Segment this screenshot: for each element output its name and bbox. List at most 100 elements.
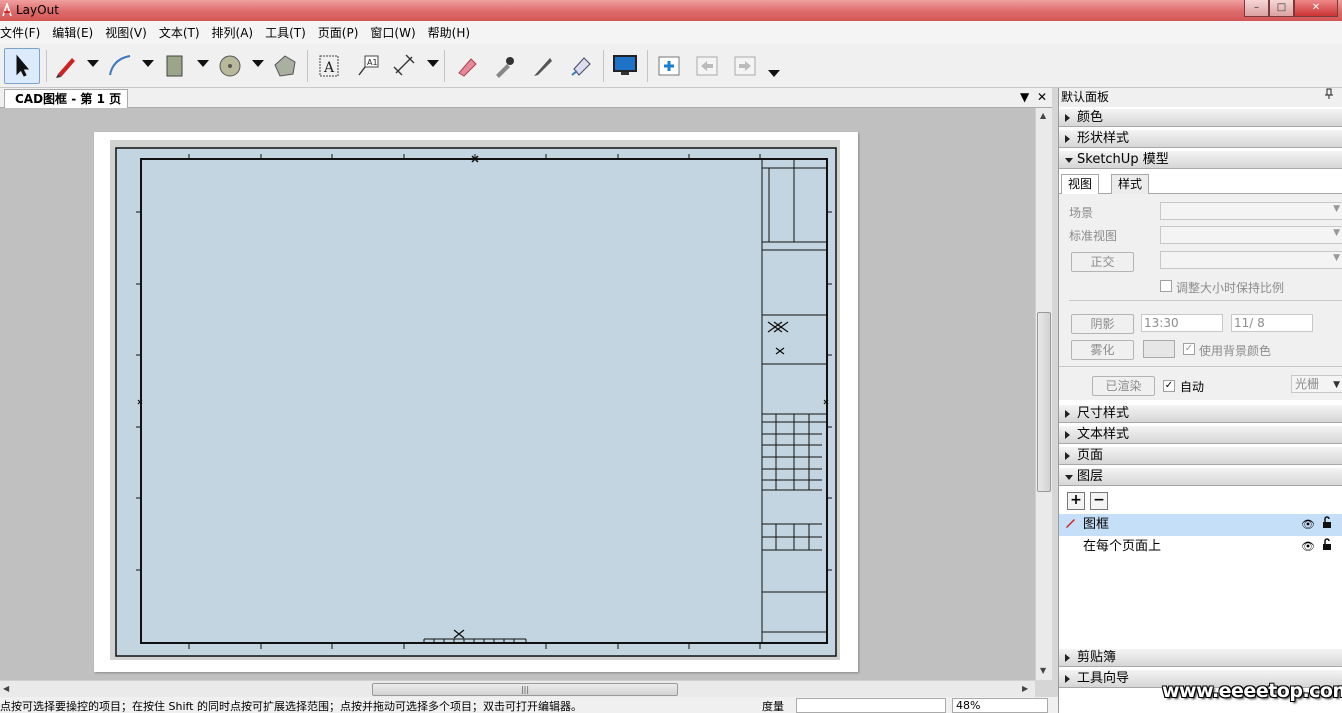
zoom-level-field[interactable]: 48% [952,698,1048,713]
measurements-input[interactable] [796,698,946,713]
shadow-date-field[interactable]: 11/ 8 [1231,314,1313,332]
arc-tool-button[interactable] [102,48,138,84]
section-shape-style[interactable]: 形状样式 [1059,129,1342,148]
scale-select[interactable]: ▼ [1160,251,1342,269]
menu-window[interactable]: 窗口(W) [370,24,421,41]
maximize-button[interactable]: □ [1269,0,1294,17]
document-tab-bar: CAD图框 - 第 1 页 ▼ ✕ [0,88,1052,108]
eyedropper-tool-button[interactable] [486,48,522,84]
section-layers[interactable]: 图层 [1059,467,1342,486]
previous-page-button[interactable] [689,48,725,84]
dimension-tool-button[interactable] [387,48,423,84]
next-page-button[interactable] [727,48,763,84]
scene-select[interactable]: ▼ [1160,202,1342,220]
preserve-scale-checkbox[interactable] [1160,280,1172,292]
status-bar: 点按可选择要操控的项目；在按住 Shift 的同时点按可扩展选择范围；点按并拖动… [0,697,1058,713]
lock-icon[interactable] [1321,514,1333,536]
use-bg-color-label: 使用背景颜色 [1199,344,1272,358]
menu-arrange[interactable]: 排列(A) [212,24,260,41]
visibility-eye-icon[interactable]: 👁 [1301,536,1315,558]
scroll-down-arrow[interactable]: ▼ [1040,666,1046,675]
close-window-button[interactable]: ✕ [1294,0,1338,17]
rectangle-tool-button[interactable] [157,48,193,84]
circle-dropdown[interactable] [252,60,264,67]
rectangle-icon [166,55,183,77]
label-tool-button[interactable]: A1 [350,48,386,84]
tab-list-dropdown[interactable]: ▼ [1020,90,1029,104]
render-mode-select[interactable]: 光栅 ▼ [1291,375,1342,393]
document-tab[interactable]: CAD图框 - 第 1 页 [4,89,129,108]
menu-help[interactable]: 帮助(H) [428,24,476,41]
fog-button[interactable]: 雾化 [1071,340,1134,360]
drawing-canvas[interactable] [0,108,1035,680]
pencil-tool-button[interactable] [48,48,84,84]
dimension-dropdown[interactable] [427,60,439,67]
label-icon: A1 [358,55,379,76]
ortho-button[interactable]: 正交 [1071,252,1134,272]
layer-row[interactable]: 在每个页面上 👁 [1059,536,1342,558]
polygon-tool-button[interactable] [267,48,303,84]
menu-view[interactable]: 视图(V) [105,24,153,41]
section-pages[interactable]: 页面 [1059,446,1342,465]
title-bar: LayOut – □ ✕ [0,0,1342,21]
canvas-vertical-scrollbar[interactable]: ▲ ▼ [1035,108,1052,680]
join-tool-button[interactable] [563,48,599,84]
tab-styles[interactable]: 样式 [1111,174,1150,194]
menu-pages[interactable]: 页面(P) [318,24,365,41]
menu-edit[interactable]: 编辑(E) [52,24,99,41]
close-document-button[interactable]: ✕ [1037,90,1047,104]
add-page-button[interactable] [651,48,687,84]
use-bg-color-checkbox[interactable]: ✓ [1183,343,1195,355]
auto-render-checkbox[interactable]: ✓ [1163,380,1175,392]
scroll-up-arrow[interactable]: ▲ [1040,111,1046,120]
menu-bar: 文件(F) 编辑(E) 视图(V) 文本(T) 排列(A) 工具(T) 页面(P… [0,21,1342,44]
canvas-horizontal-scrollbar[interactable]: ◀ ||| ▶ [0,680,1035,697]
pencil-dropdown[interactable] [87,60,99,67]
scroll-right-arrow[interactable]: ▶ [1022,684,1028,693]
sketchup-subtabs: 视图 样式 [1059,174,1342,195]
fog-color-swatch[interactable] [1143,340,1175,358]
arc-icon [109,55,131,76]
standard-view-label: 标准视图 [1069,229,1118,243]
rendered-button[interactable]: 已渲染 [1092,376,1155,396]
menu-tools[interactable]: 工具(T) [265,24,312,41]
remove-layer-button[interactable]: − [1090,492,1108,510]
scene-label: 场景 [1069,206,1094,220]
rectangle-dropdown[interactable] [197,60,209,67]
presentation-tool-button[interactable] [607,48,643,84]
scroll-left-arrow[interactable]: ◀ [3,684,9,693]
select-tool-button[interactable] [4,48,40,84]
join-paint-icon [571,57,591,76]
measurements-label: 度量 [762,700,784,713]
section-dimension-style[interactable]: 尺寸样式 [1059,404,1342,423]
tab-view[interactable]: 视图 [1061,174,1100,195]
horizontal-scroll-thumb[interactable]: ||| [372,683,678,696]
menu-text[interactable]: 文本(T) [159,24,206,41]
paper-page[interactable] [94,132,858,672]
circle-tool-button[interactable] [212,48,248,84]
menu-file[interactable]: 文件(F) [0,24,46,41]
section-scrapbooks[interactable]: 剪贴簿 [1059,648,1342,667]
shadows-button[interactable]: 阴影 [1071,314,1134,334]
layer-row[interactable]: 图框 👁 [1059,514,1342,536]
arc-dropdown[interactable] [142,60,154,67]
add-layer-button[interactable]: + [1067,492,1085,510]
visibility-eye-icon[interactable]: 👁 [1301,514,1315,536]
shadow-time-field[interactable]: 13:30 [1141,314,1223,332]
window-title: LayOut [16,3,59,17]
section-colors[interactable]: 颜色 [1059,108,1342,127]
pin-icon[interactable] [1324,88,1334,103]
vertical-scroll-thumb[interactable] [1037,312,1051,492]
eraser-tool-button[interactable] [448,48,484,84]
standard-view-select[interactable]: ▼ [1160,226,1342,244]
cad-title-block-drawing[interactable] [94,132,858,672]
section-sketchup-model[interactable]: SketchUp 模型 [1059,150,1342,169]
toolbar-overflow-dropdown[interactable] [768,70,780,77]
text-tool-button[interactable]: A [311,48,347,84]
default-tray-panel: 默认面板 颜色 形状样式 SketchUp 模型 视图 样式 场景 ▼ 标准视图… [1058,88,1342,713]
split-tool-button[interactable] [525,48,561,84]
lock-icon[interactable] [1321,536,1333,558]
layer-name: 在每个页面上 [1083,539,1162,554]
minimize-button[interactable]: – [1244,0,1269,17]
section-text-style[interactable]: 文本样式 [1059,425,1342,444]
